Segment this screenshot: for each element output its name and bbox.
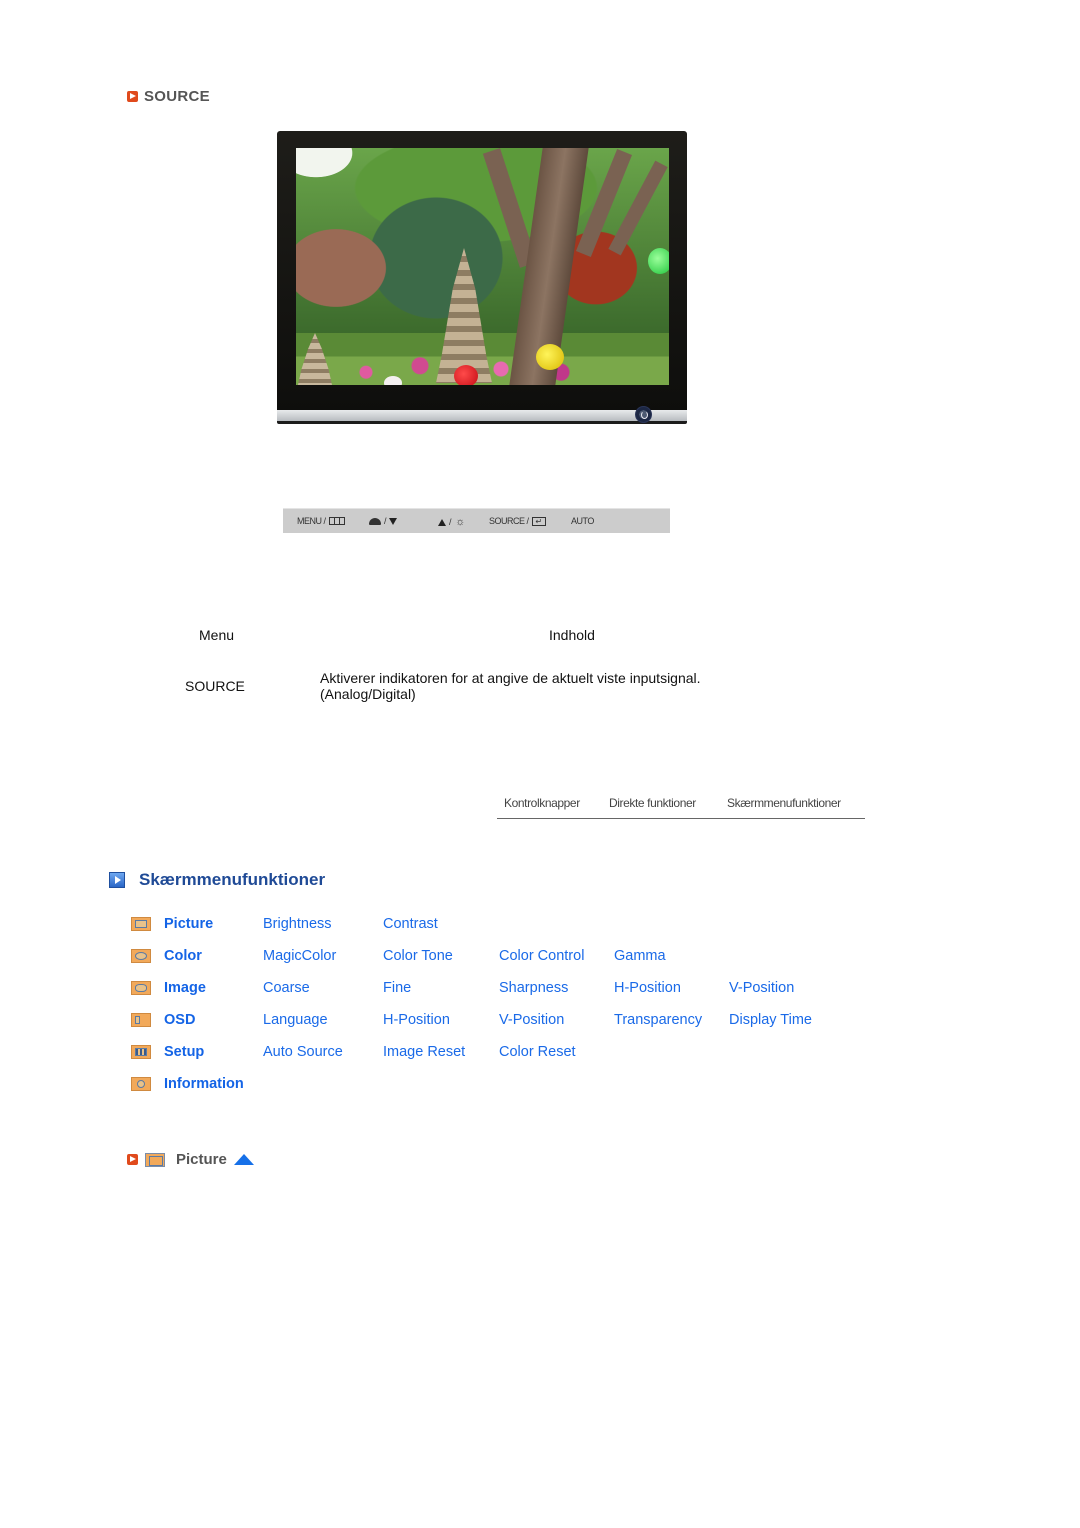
image-icon [131,981,151,995]
photo-red-lantern [454,365,478,385]
link-osd-h-position[interactable]: H-Position [383,1012,450,1028]
source-section-header: SOURCE [127,88,210,105]
table-cell-menu: SOURCE [185,678,245,694]
osd-icon [131,1013,151,1027]
enter-icon: ↵ [531,516,546,526]
up-arrow-icon[interactable] [233,1154,254,1165]
table-cell-content: Aktiverer indikatoren for at angive de a… [320,670,701,702]
monitor-button-bar: MENU / / / ☼ SOURCE / ↵ AUTO [283,508,670,533]
link-gamma[interactable]: Gamma [614,948,666,964]
up-brightness-button: / ☼ [438,516,466,528]
table-header-menu: Menu [199,627,235,643]
color-icon [131,949,151,963]
table-header-content: Indhold [549,627,595,643]
category-information-link[interactable]: Information [164,1076,244,1092]
link-coarse[interactable]: Coarse [263,980,310,996]
auto-button-label: AUTO [571,516,594,526]
picture-subsection-title: Picture [176,1151,227,1168]
link-fine[interactable]: Fine [383,980,411,996]
osd-section-title: Skærmmenufunktioner [139,870,326,889]
link-color-control[interactable]: Color Control [499,948,584,964]
monitor-screen-photo [296,148,669,385]
picture-icon [131,917,151,931]
link-osd-v-position[interactable]: V-Position [499,1012,564,1028]
information-icon [131,1077,151,1091]
tab-direkte-funktioner[interactable]: Direkte funktioner [609,796,696,810]
photo-yellow-lantern [536,344,564,370]
magic-down-separator: / [384,516,387,526]
table-cell-content-line2: (Analog/Digital) [320,686,416,702]
menu-button-label: MENU / [297,516,326,526]
tab-skaermmenufunktioner[interactable]: Skærmmenufunktioner [727,796,841,810]
tab-navigation: Kontrolknapper Direkte funktioner Skærmm… [497,795,865,819]
source-enter-button: SOURCE / ↵ [489,516,546,526]
red-play-icon [127,1154,138,1165]
menu-button: MENU / [297,516,345,526]
link-auto-source[interactable]: Auto Source [263,1044,343,1060]
down-arrow-icon [389,517,398,525]
link-color-tone[interactable]: Color Tone [383,948,453,964]
red-play-icon [127,91,138,102]
power-icon [635,406,652,423]
category-image-link[interactable]: Image [164,980,206,996]
link-transparency[interactable]: Transparency [614,1012,702,1028]
blue-play-icon [109,872,125,888]
category-picture-link[interactable]: Picture [164,916,213,932]
up-brightness-separator: / [449,517,452,527]
category-osd-link[interactable]: OSD [164,1012,195,1028]
photo-green-lantern [648,248,669,274]
menu-grid-icon [328,517,345,525]
brightness-icon: ☼ [455,516,465,528]
category-setup-link[interactable]: Setup [164,1044,204,1060]
source-button-label: SOURCE / [489,516,529,526]
magic-down-button: / [369,516,398,526]
link-color-reset[interactable]: Color Reset [499,1044,576,1060]
link-image-reset[interactable]: Image Reset [383,1044,465,1060]
link-contrast[interactable]: Contrast [383,916,438,932]
link-image-h-position[interactable]: H-Position [614,980,681,996]
osd-section-header: Skærmmenufunktioner [109,870,325,890]
link-image-v-position[interactable]: V-Position [729,980,794,996]
link-display-time[interactable]: Display Time [729,1012,812,1028]
photo-white-lantern [384,376,402,385]
picture-icon [145,1152,165,1167]
auto-button: AUTO [571,516,594,526]
table-cell-content-line1: Aktiverer indikatoren for at angive de a… [320,670,701,686]
magic-icon [369,517,381,525]
photo-small-pagoda [298,333,332,385]
link-magiccolor[interactable]: MagicColor [263,948,336,964]
setup-icon [131,1045,151,1059]
up-arrow-icon [438,518,446,526]
link-language[interactable]: Language [263,1012,328,1028]
photo-pagoda [436,248,492,383]
link-sharpness[interactable]: Sharpness [499,980,568,996]
monitor-image [277,131,687,429]
tab-kontrolknapper[interactable]: Kontrolknapper [504,796,580,810]
monitor-bottom-trim [277,410,687,424]
source-section-title: SOURCE [144,88,210,105]
link-brightness[interactable]: Brightness [263,916,332,932]
category-color-link[interactable]: Color [164,948,202,964]
picture-subsection-header: Picture [127,1151,254,1168]
